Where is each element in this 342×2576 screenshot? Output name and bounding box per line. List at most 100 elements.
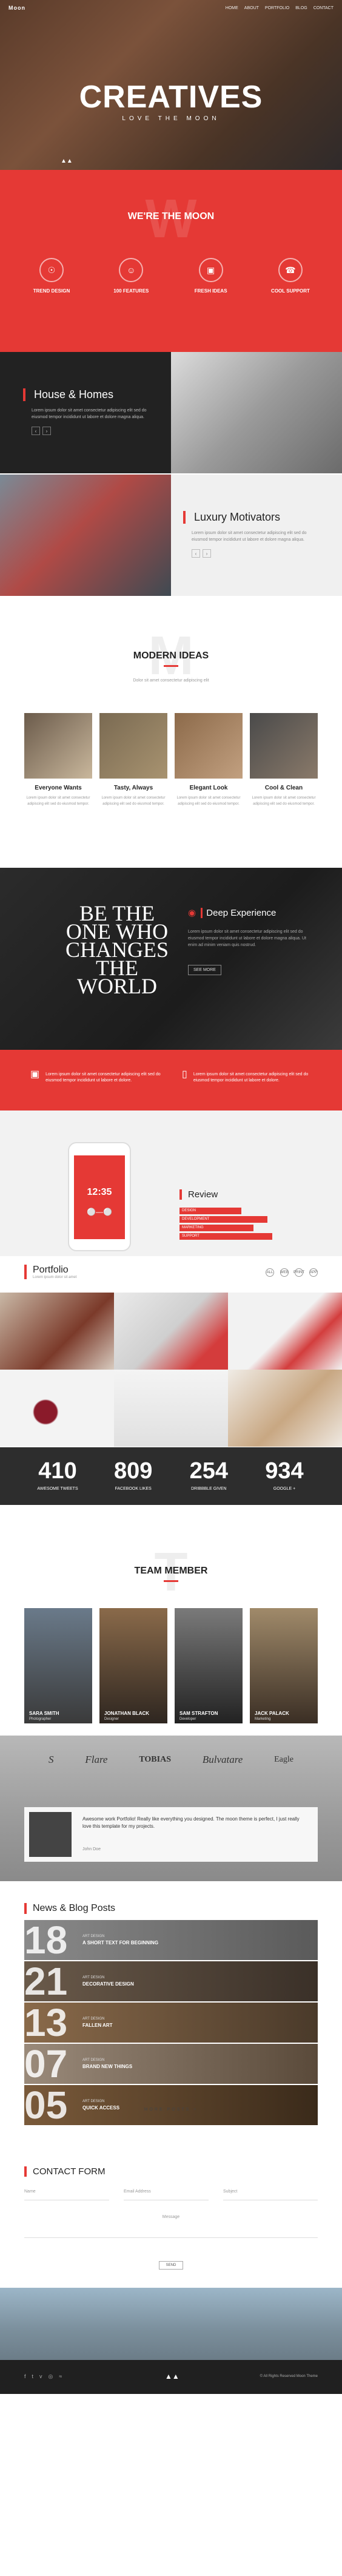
filter-app[interactable]: APP (309, 1268, 318, 1277)
house-text-panel: House & Homes Lorem ipsum dolor sit amet… (0, 352, 171, 473)
member-role: Marketing (255, 1717, 271, 1721)
idea-card[interactable]: Everyone Wants Lorem ipsum dolor sit ame… (24, 713, 92, 807)
client-logo: TOBIAS (139, 1755, 171, 1764)
lock-icon: ▣ (198, 258, 223, 282)
team-member-card[interactable]: SARA SMITH Photographer (24, 1608, 92, 1723)
hero-section: Moon HOME ABOUT PORTFOLIO BLOG CONTACT C… (0, 0, 342, 170)
portfolio-item[interactable] (228, 1370, 342, 1447)
team-row: SARA SMITH Photographer JONATHAN BLACK D… (24, 1608, 318, 1723)
footer-logo[interactable]: ▲▲ (165, 2372, 179, 2381)
filter-print[interactable]: PRINT (293, 1268, 304, 1277)
member-name: JONATHAN BLACK (104, 1711, 150, 1716)
nav-link-home[interactable]: HOME (226, 6, 238, 10)
logo[interactable]: Moon (8, 5, 25, 11)
luxury-text-panel: Luxury Motivators Lorem ipsum dolor sit … (171, 475, 342, 596)
feature-item[interactable]: ☉ TREND DESIGN (24, 258, 79, 294)
news-day: 05 (24, 2083, 68, 2127)
idea-card[interactable]: Elegant Look Lorem ipsum dolor sit amet … (175, 713, 243, 807)
nav-link-about[interactable]: ABOUT (244, 6, 259, 10)
counter-label: DRIBBBLE GIVEN (191, 1487, 227, 1491)
subject-field[interactable]: Subject (223, 2189, 318, 2200)
email-field[interactable]: Email Address (124, 2189, 209, 2200)
luxury-text: Lorem ipsum dolor sit amet consectetur a… (192, 531, 307, 542)
phone-mockup: 12:35 ⚪—⚪ (68, 1142, 131, 1251)
ideas-title: MODERN IDEAS (133, 651, 209, 661)
red-strip-section: ▣ Lorem ipsum dolor sit amet consectetur… (0, 1050, 342, 1111)
news-item[interactable]: 13 ART DESIGN FALLEN ART (24, 2003, 318, 2043)
news-item[interactable]: 07 ART DESIGN BRAND NEW THINGS (24, 2044, 318, 2084)
strip-text: Lorem ipsum dolor sit amet consectetur a… (45, 1072, 161, 1083)
phone-screen: 12:35 ⚪—⚪ (74, 1155, 125, 1239)
nav-link-blog[interactable]: BLOG (295, 6, 307, 10)
more-posts-link[interactable]: MORE POSTS + (0, 2108, 342, 2112)
feature-item[interactable]: ☎ COOL SUPPORT (263, 258, 318, 294)
team-member-card[interactable]: JONATHAN BLACK Designer (99, 1608, 167, 1723)
portfolio-item[interactable] (0, 1293, 114, 1370)
idea-card[interactable]: Cool & Clean Lorem ipsum dolor sit amet … (250, 713, 318, 807)
see-more-button[interactable]: SEE MORE (188, 965, 221, 975)
filter-all[interactable]: ALL (266, 1268, 274, 1277)
house-row: House & Homes Lorem ipsum dolor sit amet… (0, 352, 342, 473)
facebook-icon[interactable]: f (24, 2373, 26, 2380)
rss-icon[interactable]: ≈ (59, 2373, 62, 2380)
deep-text: Lorem ipsum dolor sit amet consectetur a… (188, 930, 306, 947)
mobile-icon: ▯ (182, 1069, 187, 1080)
review-bar: DEVELOPMENT (179, 1216, 267, 1223)
nav-links: HOME ABOUT PORTFOLIO BLOG CONTACT (226, 6, 334, 10)
clothes-image (0, 475, 171, 596)
vimeo-icon[interactable]: v (39, 2373, 42, 2380)
arrow-right-icon[interactable]: › (42, 427, 51, 435)
news-item[interactable]: 18 ART DESIGN A SHORT TEXT FOR BEGINNING (24, 1920, 318, 1960)
card-title: Elegant Look (189, 785, 228, 791)
team-member-card[interactable]: JACK PALACK Marketing (250, 1608, 318, 1723)
member-name: SAM STRAFTON (179, 1711, 218, 1716)
team-member-card[interactable]: SAM STRAFTON Developer (175, 1608, 243, 1723)
portfolio-title: Portfolio Lorem ipsum dolor sit amet (24, 1265, 76, 1279)
twitter-icon[interactable]: t (32, 2373, 34, 2380)
user-icon: ☺ (119, 258, 144, 282)
counter-number: 254 (189, 1458, 229, 1484)
feature-item[interactable]: ▣ FRESH IDEAS (184, 258, 238, 294)
portfolio-item[interactable] (0, 1370, 114, 1447)
phone-time: 12:35 (87, 1187, 112, 1197)
counter-number: 809 (113, 1458, 153, 1484)
portfolio-item[interactable] (114, 1370, 228, 1447)
strip-item: ▣ Lorem ipsum dolor sit amet consectetur… (30, 1070, 164, 1084)
portfolio-item[interactable] (114, 1293, 228, 1370)
arrow-left-icon[interactable]: ‹ (32, 427, 40, 435)
portfolio-item[interactable] (228, 1293, 342, 1370)
deep-title: ◉ Deep Experience (188, 907, 277, 918)
news-category: ART DESIGN (82, 2100, 105, 2103)
split-section: House & Homes Lorem ipsum dolor sit amet… (0, 352, 342, 601)
quote-text: BE THE ONE WHO CHANGES THE WORLD (65, 901, 169, 998)
counter-item: 809 FACEBOOK LIKES (100, 1458, 167, 1491)
news-section: News & Blog Posts 18 ART DESIGN A SHORT … (0, 1881, 342, 2142)
strip-item: ▯ Lorem ipsum dolor sit amet consectetur… (182, 1069, 315, 1084)
news-item[interactable]: 05 ART DESIGN QUICK ACCESS (24, 2085, 318, 2125)
strip-text: Lorem ipsum dolor sit amet consectetur a… (193, 1072, 309, 1083)
nav-link-portfolio[interactable]: PORTFOLIO (265, 6, 289, 10)
send-button[interactable]: SEND (159, 2261, 183, 2270)
arrow-right-icon[interactable]: › (203, 549, 211, 558)
idea-card[interactable]: Tasty, Always Lorem ipsum dolor sit amet… (99, 713, 167, 807)
feature-item[interactable]: ☺ 100 FEATURES (104, 258, 158, 294)
client-logo: Eagle (274, 1755, 293, 1764)
team-header: TEAM MEMBER (0, 1566, 342, 1582)
phone-icon: ☎ (278, 258, 303, 282)
portfolio-filters: ALL WEB PRINT APP (266, 1268, 318, 1277)
nav-link-contact[interactable]: CONTACT (314, 6, 334, 10)
name-field[interactable]: Name (24, 2189, 109, 2200)
contact-title: CONTACT FORM (24, 2166, 105, 2177)
news-day: 13 (24, 2001, 68, 2044)
dribbble-icon[interactable]: ◎ (49, 2373, 53, 2380)
features-row: ☉ TREND DESIGN ☺ 100 FEATURES ▣ FRESH ID… (24, 258, 318, 294)
filter-web[interactable]: WEB (280, 1268, 289, 1277)
arrow-left-icon[interactable]: ‹ (192, 549, 200, 558)
news-list: 18 ART DESIGN A SHORT TEXT FOR BEGINNING… (24, 1920, 318, 2126)
luxury-title: Luxury Motivators (183, 511, 342, 524)
news-item[interactable]: 21 ART DESIGN DECORATIVE DESIGN (24, 1961, 318, 2001)
message-field[interactable]: Message (24, 2208, 318, 2238)
contact-section: CONTACT FORM Name Email Address Subject … (0, 2142, 342, 2288)
counter-row: 410 AWESOME TWEETS 809 FACEBOOK LIKES 25… (24, 1458, 318, 1491)
card-title: Everyone Wants (35, 785, 82, 791)
